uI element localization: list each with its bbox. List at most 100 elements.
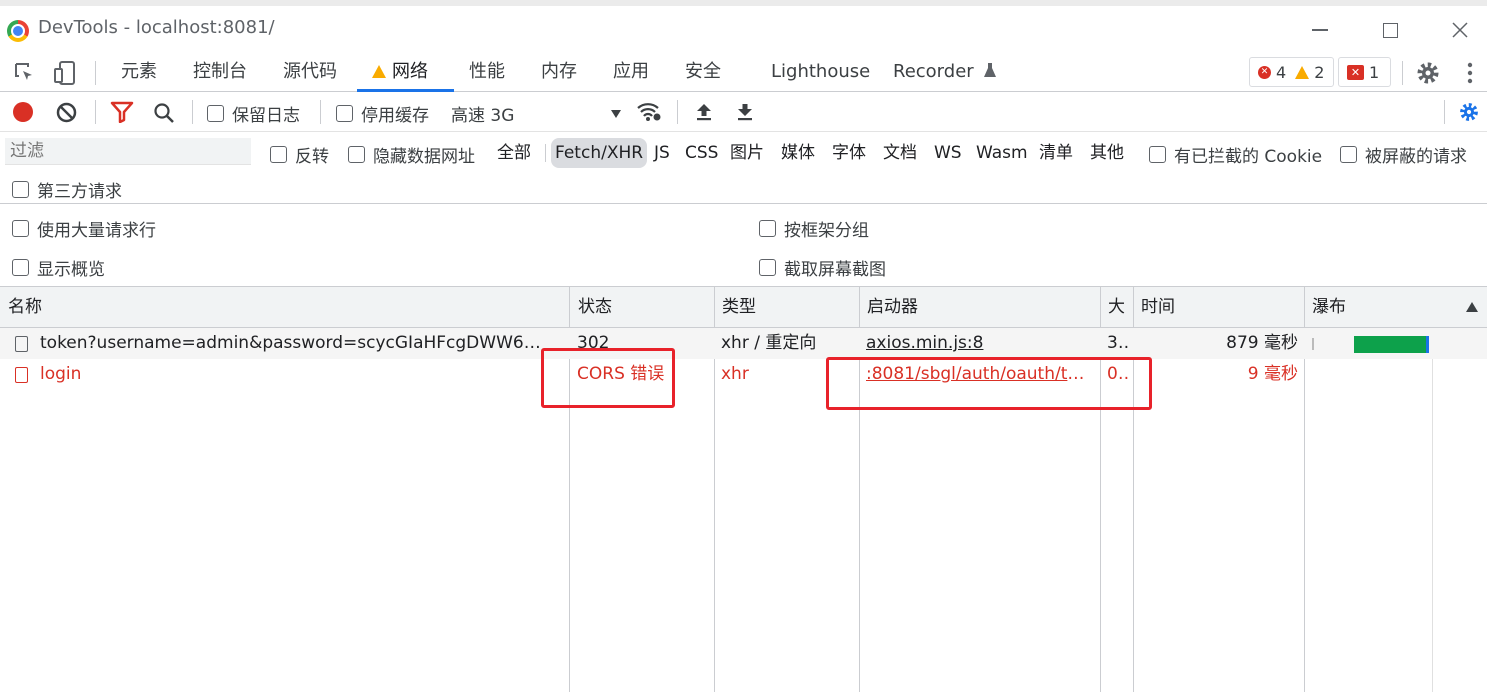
tab-console[interactable]: 控制台 [193,55,247,92]
filter-type-fetch-xhr[interactable]: Fetch/XHR [551,138,648,168]
tab-lighthouse[interactable]: Lighthouse [771,55,870,92]
hide-data-urls-checkbox[interactable] [348,146,365,163]
gear-icon[interactable] [1415,60,1441,86]
tab-elements[interactable]: 元素 [121,55,157,92]
filter-type-font[interactable]: 字体 [828,138,870,168]
table-row[interactable]: login CORS 错误 xhr :8081/sbgl/auth/oauth/… [0,359,1487,390]
error-icon: ✕ [1258,65,1271,79]
show-overview-label: 显示概览 [37,260,105,280]
preserve-log-checkbox[interactable] [207,105,224,122]
third-party-label: 第三方请求 [37,182,122,202]
third-party-checkbox[interactable] [12,181,29,198]
group-by-frame-checkbox[interactable] [759,220,776,237]
column-header-status[interactable]: 状态 [570,287,612,328]
tab-security[interactable]: 安全 [685,55,721,92]
separator [1402,61,1403,85]
blocked-requests-toggle[interactable]: 被屏蔽的请求 [1340,142,1467,167]
column-header-initiator[interactable]: 启动器 [859,287,918,328]
column-header-waterfall[interactable]: 瀑布 [1304,287,1346,328]
devtools-tabs-bar: 元素 控制台 源代码 网络 性能 内存 应用 安全 Lighthouse Rec… [0,55,1487,92]
hide-data-urls-label: 隐藏数据网址 [373,147,475,167]
column-header-type[interactable]: 类型 [714,287,756,328]
error-count: 4 [1276,62,1287,82]
show-overview-toggle[interactable]: 显示概览 [12,255,105,280]
invert-checkbox[interactable] [270,146,287,163]
tab-memory[interactable]: 内存 [541,55,577,92]
group-by-frame-toggle[interactable]: 按框架分组 [759,216,869,241]
blocked-cookies-label: 有已拦截的 Cookie [1174,147,1323,167]
maximize-button[interactable] [1370,14,1410,46]
filter-icon[interactable] [110,101,134,123]
show-overview-checkbox[interactable] [12,259,29,276]
hide-data-urls-toggle[interactable]: 隐藏数据网址 [348,142,475,167]
minimize-button[interactable] [1300,14,1340,46]
search-icon[interactable] [153,102,175,124]
issues-badge[interactable]: ✕ 1 [1338,57,1391,87]
preserve-log-toggle[interactable]: 保留日志 [207,101,300,126]
blocked-requests-checkbox[interactable] [1340,146,1357,163]
requests-table: 名称 状态 类型 启动器 大 时间 瀑布 token?username=admi… [0,287,1487,692]
filter-input[interactable] [5,138,251,165]
issue-count: 1 [1369,62,1380,82]
disable-cache-checkbox[interactable] [336,105,353,122]
warning-icon [372,65,386,78]
console-counts-badge[interactable]: ✕ 4 2 [1249,57,1334,87]
import-har-icon[interactable] [694,102,714,122]
filter-type-css[interactable]: CSS [681,138,722,168]
capture-screenshots-checkbox[interactable] [759,259,776,276]
large-rows-toggle[interactable]: 使用大量请求行 [12,216,156,241]
disable-cache-toggle[interactable]: 停用缓存 [336,101,429,126]
table-header: 名称 状态 类型 启动器 大 时间 瀑布 [0,287,1487,328]
throttling-select[interactable]: 高速 3G [451,101,621,126]
column-header-name[interactable]: 名称 [0,287,42,328]
network-settings-gear-icon[interactable] [1458,101,1480,123]
device-toolbar-icon[interactable] [52,60,78,86]
large-rows-checkbox[interactable] [12,220,29,237]
blocked-cookies-toggle[interactable]: 有已拦截的 Cookie [1149,142,1322,167]
column-header-time[interactable]: 时间 [1133,287,1175,328]
network-conditions-icon[interactable] [636,101,662,123]
disable-cache-label: 停用缓存 [361,106,429,126]
file-icon [15,367,28,383]
table-row[interactable]: token?username=admin&password=scycGIaHFc… [0,328,1487,359]
tab-sources[interactable]: 源代码 [283,55,337,92]
filter-type-img[interactable]: 图片 [726,138,768,168]
group-by-frame-label: 按框架分组 [784,221,869,241]
blocked-cookies-checkbox[interactable] [1149,146,1166,163]
capture-screenshots-toggle[interactable]: 截取屏幕截图 [759,255,886,280]
record-icon[interactable] [13,102,33,122]
separator [677,100,678,124]
flask-icon [984,63,997,77]
chrome-logo-icon [7,20,29,42]
filter-type-js[interactable]: JS [650,138,674,168]
waterfall-bar [1354,336,1426,353]
separator [320,100,321,124]
blocked-requests-label: 被屏蔽的请求 [1365,147,1467,167]
request-name: token?username=admin&password=scycGIaHFc… [40,333,544,353]
window-titlebar: DevTools - localhost:8081/ [0,0,1487,55]
tab-application[interactable]: 应用 [613,55,649,92]
filter-type-ws[interactable]: WS [930,138,966,168]
filter-bar: 反转 隐藏数据网址 全部 Fetch/XHR JS CSS 图片 媒体 字体 文… [0,132,1487,204]
filter-type-manifest[interactable]: 清单 [1035,138,1077,168]
separator [95,61,96,85]
tab-recorder[interactable]: Recorder [893,55,997,92]
tab-performance[interactable]: 性能 [469,55,505,92]
column-header-size[interactable]: 大 [1100,287,1125,328]
tab-network-label: 网络 [392,61,428,82]
third-party-toggle[interactable]: 第三方请求 [12,177,122,202]
filter-type-wasm[interactable]: Wasm [972,138,1032,168]
clear-icon[interactable] [56,102,77,123]
export-har-icon[interactable] [735,102,755,122]
filter-type-doc[interactable]: 文档 [879,138,921,168]
invert-toggle[interactable]: 反转 [270,142,329,167]
filter-type-all[interactable]: 全部 [493,138,535,168]
inspect-element-icon[interactable] [12,60,38,86]
request-initiator-link[interactable]: axios.min.js:8 [866,328,1094,359]
filter-type-media[interactable]: 媒体 [777,138,819,168]
tab-network[interactable]: 网络 [357,55,454,92]
network-settings-pane: 使用大量请求行 按框架分组 显示概览 截取屏幕截图 [0,205,1487,287]
close-button[interactable] [1440,14,1480,46]
filter-type-other[interactable]: 其他 [1086,138,1128,168]
more-options-icon[interactable] [1457,60,1483,86]
